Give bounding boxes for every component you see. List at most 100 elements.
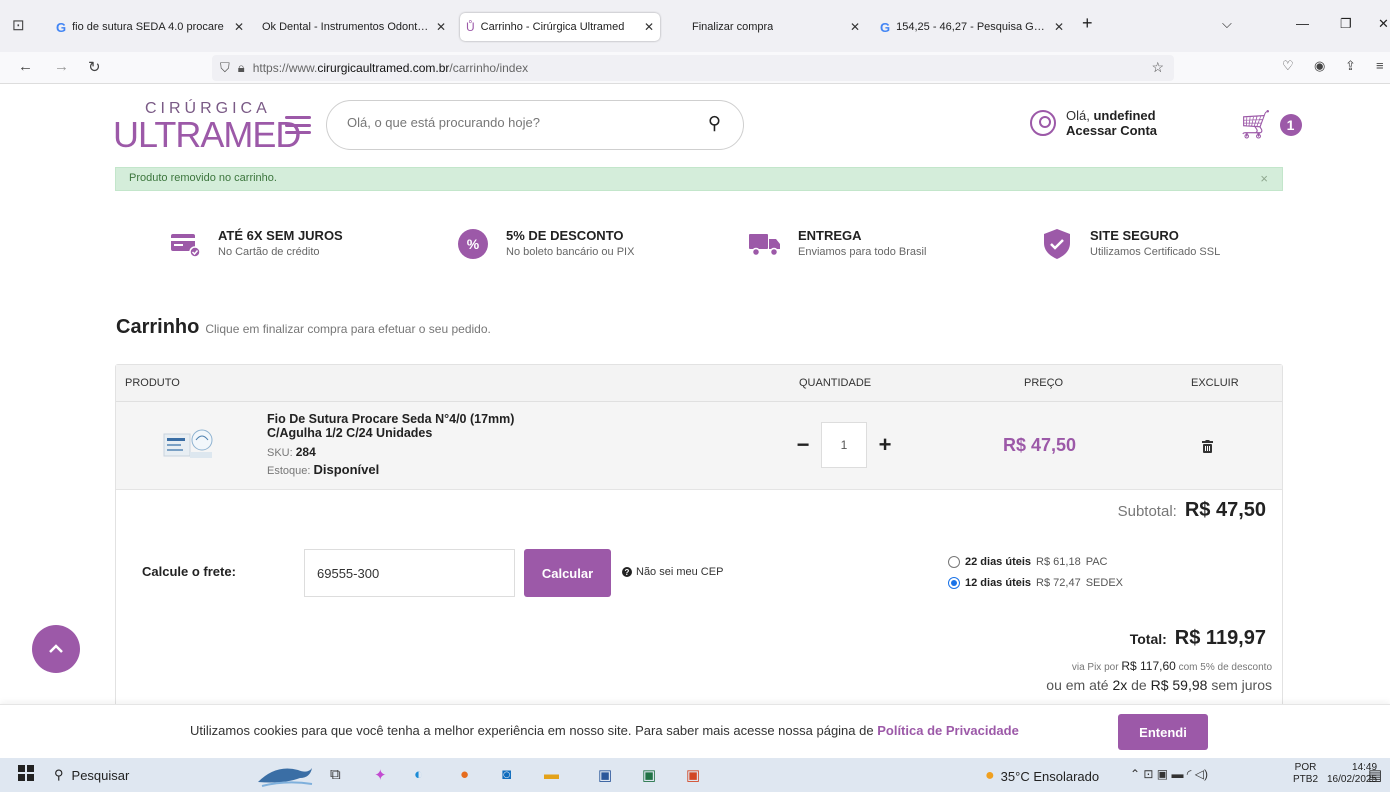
restore-icon[interactable]: ❐ (1340, 16, 1352, 32)
file-explorer-icon[interactable]: ▬ (544, 766, 559, 783)
product-price: R$ 47,50 (1003, 435, 1077, 455)
shipping-option-sedex[interactable]: 12 dias úteis R$ 72,47 SEDEX (948, 577, 1123, 589)
subtotal-value: R$ 47,50 (1184, 499, 1266, 521)
scroll-top-button[interactable] (32, 625, 80, 673)
accept-cookies-button[interactable]: Entendi (1118, 714, 1208, 750)
radio-sedex[interactable] (948, 577, 960, 589)
browser-tab-bar: ⊡ G fio de sutura SEDA 4.0 procare ✕ Ok … (0, 0, 1390, 52)
product-sku: SKU: 284 (267, 445, 316, 459)
tab-google-search[interactable]: G fio de sutura SEDA 4.0 procare ✕ (50, 12, 250, 42)
shipping-label: Calcule o frete: (142, 564, 236, 579)
language-indicator[interactable]: POR PTB2 (1293, 762, 1318, 786)
shield-icon: ⛉ (220, 60, 230, 75)
weather-widget[interactable]: ● 35°C Ensolarado (985, 767, 1099, 785)
cart-table: PRODUTO QUANTIDADE PREÇO EXCLUIR Fio De … (115, 364, 1283, 724)
extensions-icon[interactable]: ⇪ (1345, 58, 1356, 74)
order-total: Total: R$ 119,97 (1129, 627, 1266, 649)
close-alert-icon[interactable]: × (1260, 171, 1268, 186)
account-icon[interactable]: ◉ (1314, 58, 1325, 74)
unknown-cep-link[interactable]: ? Não sei meu CEP (622, 566, 723, 578)
close-tab-icon[interactable]: ✕ (850, 20, 860, 34)
installments: ou em até 2x de R$ 59,98 sem juros (1046, 677, 1272, 693)
user-icon (1030, 110, 1056, 136)
percent-badge-icon: % (456, 228, 490, 260)
feature-delivery: ENTREGA Enviamos para todo Brasil (748, 228, 926, 260)
close-tab-icon[interactable]: ✕ (234, 20, 244, 34)
task-view-icon[interactable]: ⧉ (330, 766, 341, 783)
dolphin-widget-icon[interactable] (256, 762, 314, 792)
shipping-option-pac[interactable]: 22 dias úteis R$ 61,18 PAC (948, 556, 1108, 568)
close-tab-icon[interactable]: ✕ (644, 20, 654, 34)
ultramed-logo[interactable]: CIRÚRGICA ULTRAMED (113, 98, 301, 155)
cart-table-header: PRODUTO QUANTIDADE PREÇO EXCLUIR (116, 365, 1282, 402)
powerpoint-icon[interactable]: ▣ (686, 766, 700, 784)
site-header: CIRÚRGICA ULTRAMED ⚲ Olá, undefined Aces… (0, 84, 1390, 164)
feature-discount: % 5% DE DESCONTO No boleto bancário ou P… (456, 228, 634, 260)
radio-pac[interactable] (948, 556, 960, 568)
notification-icon[interactable]: ▤ (1368, 766, 1382, 784)
feature-secure: SITE SEGURO Utilizamos Certificado SSL (1040, 228, 1220, 260)
product-name[interactable]: Fio De Sutura Procare Seda N°4/0 (17mm) … (267, 412, 527, 440)
truck-icon (748, 228, 782, 260)
tab-carrinho[interactable]: Ů Carrinho - Cirúrgica Ultramed ✕ (460, 13, 660, 41)
cart-heading: Carrinho Clique em finalizar compra para… (116, 316, 491, 339)
decrease-quantity-button[interactable]: − (795, 432, 811, 458)
cart-item-row: Fio De Sutura Procare Seda N°4/0 (17mm) … (116, 402, 1282, 490)
tab-ok-dental[interactable]: Ok Dental - Instrumentos Odontoló ✕ (256, 12, 452, 42)
increase-quantity-button[interactable]: + (877, 432, 893, 458)
windows-start-icon[interactable] (18, 765, 34, 785)
close-window-icon[interactable]: ✕ (1378, 16, 1389, 32)
browser-toolbar: ← → ↻ ⛉ 🔒︎ https://www. cirurgicaultramed… (0, 52, 1390, 84)
pocket-icon[interactable]: ♡ (1282, 58, 1294, 74)
bookmark-star-icon[interactable]: ☆ (1151, 59, 1164, 76)
privacy-policy-link[interactable]: Política de Privacidade (877, 723, 1019, 738)
search-icon[interactable]: ⚲ (708, 113, 721, 134)
cart-icon: 🛒︎ (1238, 109, 1274, 140)
tab-finalizar-compra[interactable]: Finalizar compra ✕ (686, 12, 866, 42)
feature-installments: ATÉ 6X SEM JUROS No Cartão de crédito (168, 228, 343, 260)
tab-google-pesquisa[interactable]: G 154,25 - 46,27 - Pesquisa Googl ✕ (874, 12, 1070, 42)
quantity-stepper: − + (795, 422, 893, 468)
cep-input[interactable] (304, 549, 515, 597)
taskbar-search[interactable]: ⚲ Pesquisar (54, 767, 129, 783)
hamburger-menu-icon[interactable] (285, 116, 311, 134)
removed-alert: Produto removido no carrinho. × (115, 167, 1283, 191)
new-tab-icon[interactable]: + (1082, 13, 1093, 34)
back-icon[interactable]: ← (18, 58, 33, 75)
page-subtitle: Clique em finalizar compra para efetuar … (205, 322, 491, 336)
credit-card-icon (168, 228, 202, 260)
cart-button[interactable]: 🛒︎ 1 (1238, 108, 1302, 141)
google-icon: G (56, 19, 67, 35)
search-icon: ⚲ (54, 767, 64, 782)
firefox-icon[interactable]: ● (460, 766, 469, 783)
calculate-shipping-button[interactable]: Calcular (524, 549, 611, 597)
search-input[interactable] (347, 115, 677, 130)
question-icon: ? (622, 567, 632, 577)
word-icon[interactable]: ▣ (598, 766, 612, 784)
account-area[interactable]: Olá, undefined Acessar Conta (1030, 108, 1157, 138)
chevron-down-icon[interactable]: ⌵ (1222, 16, 1232, 32)
shield-check-icon (1040, 228, 1074, 260)
account-link[interactable]: Acessar Conta (1066, 123, 1157, 138)
subtotal: Subtotal: R$ 47,50 (1117, 499, 1266, 521)
total-value: R$ 119,97 (1174, 627, 1266, 649)
product-image[interactable] (160, 426, 216, 462)
forward-icon[interactable]: → (54, 58, 69, 75)
tab-list-icon[interactable]: ⊡ (12, 16, 25, 34)
system-tray-icons[interactable]: ⌃ ⊡ ▣ ▬ ◜ ◁) (1130, 767, 1208, 781)
excel-icon[interactable]: ▣ (642, 766, 656, 784)
svg-text:%: % (467, 236, 480, 252)
page-title: Carrinho (116, 316, 200, 338)
google-icon: G (880, 19, 891, 35)
edge-icon[interactable]: ◐ (414, 766, 423, 783)
trash-icon[interactable] (1202, 440, 1213, 456)
address-bar[interactable]: ⛉ 🔒︎ https://www. cirurgicaultramed.com.b… (212, 55, 1174, 81)
copilot-icon[interactable]: ✦ (374, 766, 387, 784)
menu-icon[interactable]: ≡ (1376, 58, 1384, 73)
outlook-icon[interactable]: ◙ (502, 766, 511, 783)
close-tab-icon[interactable]: ✕ (436, 20, 446, 34)
minimize-icon[interactable]: — (1296, 16, 1309, 31)
quantity-input[interactable] (821, 422, 867, 468)
close-tab-icon[interactable]: ✕ (1054, 20, 1064, 34)
reload-icon[interactable]: ↻ (88, 58, 101, 76)
